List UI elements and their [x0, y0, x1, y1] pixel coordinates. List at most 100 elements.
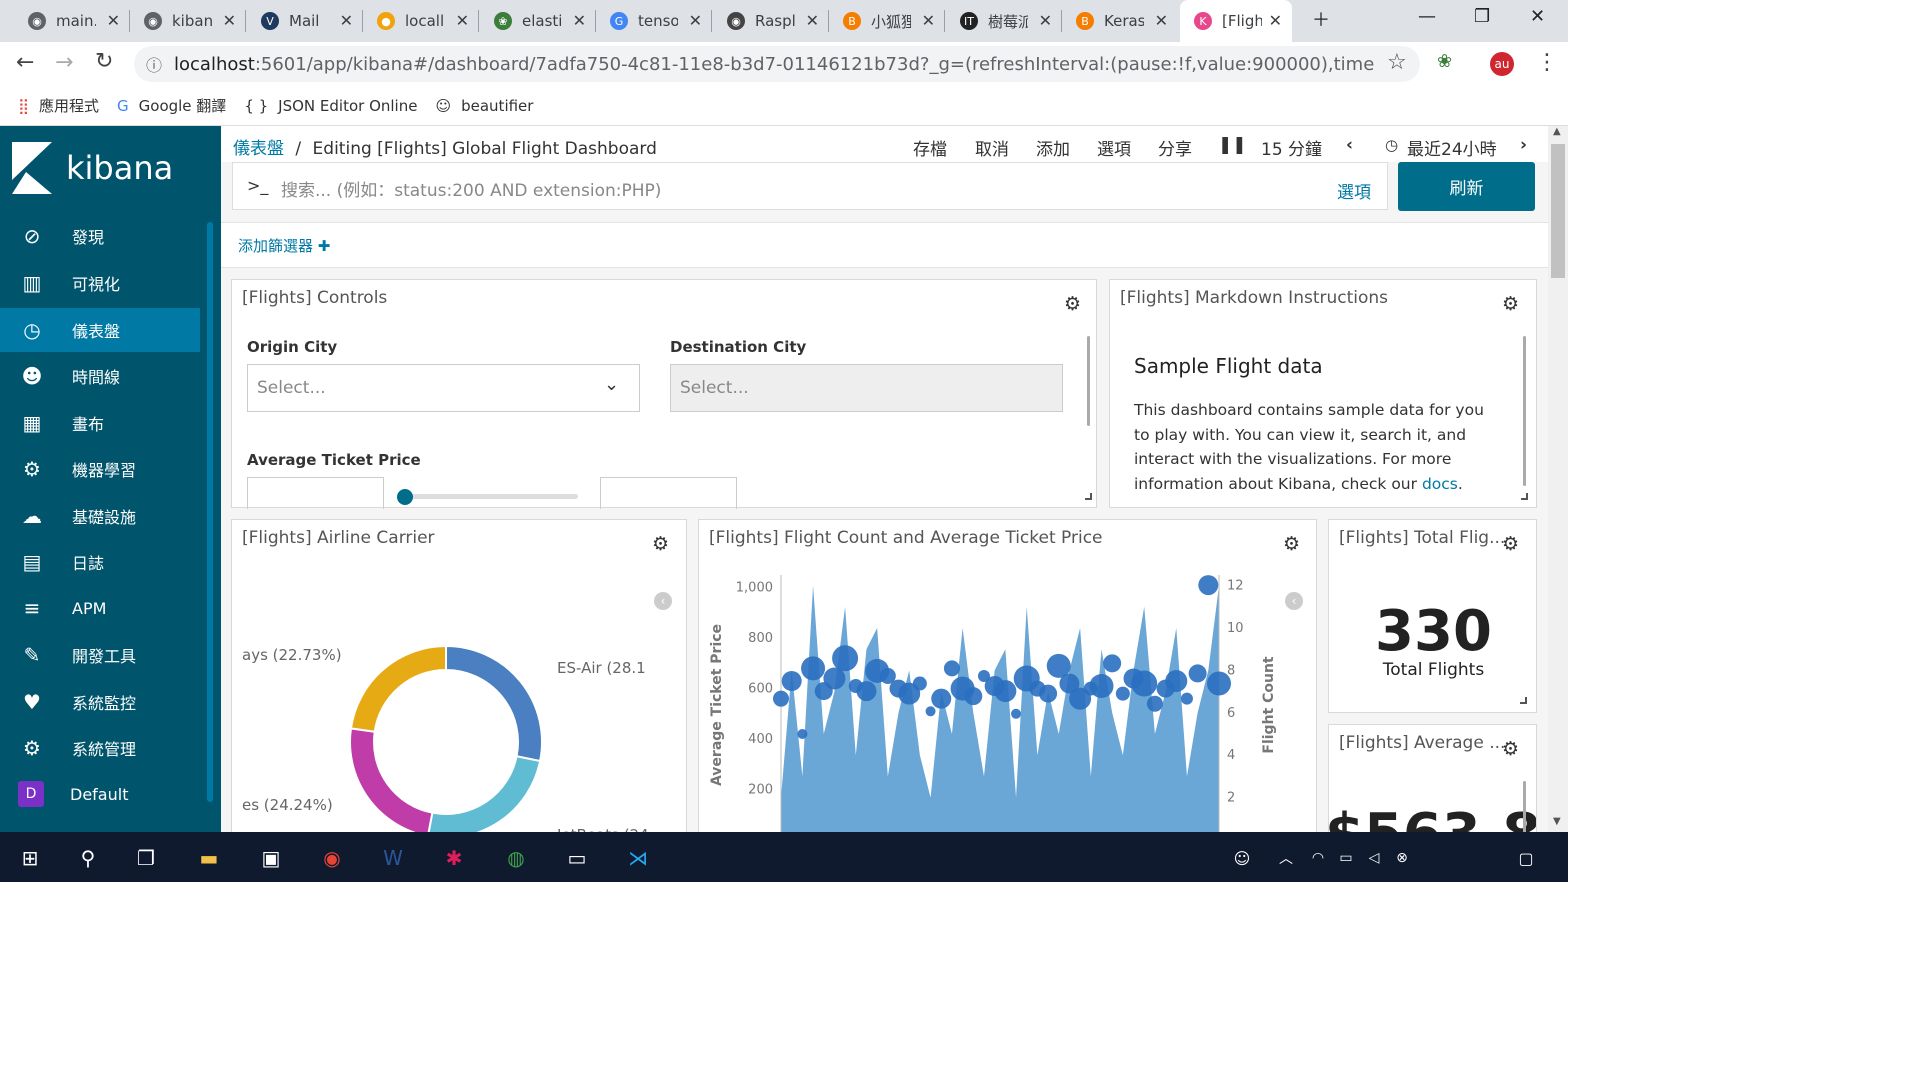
browser-menu-icon[interactable]: ⋮ [1536, 50, 1558, 75]
bookmark-json-editor[interactable]: { } JSON Editor Online [244, 97, 417, 115]
close-icon[interactable]: ✕ [1269, 11, 1282, 30]
browser-tab[interactable]: ◉ main. ✕ [14, 0, 130, 42]
panel-scrollbar[interactable] [1523, 336, 1526, 486]
browser-tab[interactable]: ◉ kiban ✕ [130, 0, 246, 42]
sidebar-item[interactable]: ▤ 日誌 [0, 540, 200, 584]
file-explorer-icon[interactable]: ▬ [193, 842, 225, 874]
sidebar-item[interactable]: ◷ 儀表盤 [0, 308, 200, 352]
search-icon[interactable]: ⚲ [72, 842, 104, 874]
add-button[interactable]: 添加 [1036, 135, 1070, 160]
panel-gear-icon[interactable]: ⚙ [1502, 739, 1522, 759]
price-range-track[interactable] [405, 494, 578, 499]
sidebar-item[interactable]: ✎ 開發工具 [0, 633, 200, 677]
query-options-link[interactable]: 選項 [1337, 178, 1371, 203]
profile-avatar[interactable]: au [1490, 52, 1514, 76]
extension-icon[interactable]: ❀ [1437, 51, 1452, 72]
price-dot[interactable] [1188, 664, 1207, 683]
docs-link[interactable]: docs [1422, 475, 1458, 493]
browser-tab[interactable]: V Mail ✕ [247, 0, 363, 42]
vscode-icon[interactable]: ⋊ [622, 842, 654, 874]
close-icon[interactable]: ✕ [340, 11, 353, 30]
price-dot[interactable] [1115, 686, 1130, 701]
windows-start-icon[interactable]: ⊞ [14, 842, 46, 874]
sidebar-item[interactable]: D Default [0, 772, 200, 816]
browser-tab[interactable]: ❀ elasti ✕ [480, 0, 596, 42]
pie-slice[interactable] [427, 755, 542, 832]
price-dot[interactable] [1089, 674, 1114, 699]
price-dot[interactable] [1180, 692, 1193, 705]
price-dot[interactable] [1207, 671, 1231, 696]
price-dot[interactable] [801, 656, 826, 681]
task-view-icon[interactable]: ❐ [130, 842, 162, 874]
breadcrumb-dashboards[interactable]: 儀表盤 [233, 139, 284, 159]
kibana-logo[interactable]: kibana [12, 142, 173, 194]
app-globe-icon[interactable]: ◍ [500, 842, 532, 874]
price-max-input[interactable] [600, 477, 737, 509]
bookmark-beautifier[interactable]: ☺ beautifier [435, 97, 533, 115]
address-bar[interactable]: ⓘ localhost:5601/app/kibana#/dashboard/7… [134, 46, 1420, 82]
window-close-icon[interactable]: ✕ [1530, 6, 1545, 27]
close-icon[interactable]: ✕ [223, 11, 236, 30]
forward-icon[interactable]: → [55, 50, 73, 75]
resize-handle-icon[interactable] [1520, 697, 1527, 704]
sidebar-item[interactable]: ☁ 基礎設施 [0, 494, 200, 538]
add-filter-link[interactable]: 添加篩選器 ✚ [238, 235, 330, 256]
pause-icon[interactable]: ❚❚ [1218, 135, 1247, 155]
pie-slice[interactable] [349, 727, 434, 832]
close-icon[interactable]: ✕ [456, 11, 469, 30]
search-input[interactable]: 搜索... (例如：status:200 AND extension:PHP) [281, 176, 661, 201]
refresh-interval[interactable]: 15 分鐘 [1261, 135, 1322, 160]
sidebar-item[interactable]: ♥ 系統監控 [0, 680, 200, 724]
close-icon[interactable]: ✕ [573, 11, 586, 30]
price-dot[interactable] [1198, 575, 1219, 596]
close-icon[interactable]: ✕ [922, 11, 935, 30]
origin-city-select[interactable]: Select... ⌄ [247, 364, 640, 412]
query-bar[interactable]: >_ 搜索... (例如：status:200 AND extension:PH… [232, 162, 1388, 210]
sidebar-item[interactable]: ⚙ 機器學習 [0, 447, 200, 491]
refresh-button[interactable]: 刷新 [1398, 162, 1535, 211]
store-icon[interactable]: ▣ [255, 842, 287, 874]
price-dot[interactable] [964, 687, 983, 706]
sidebar-item[interactable]: ⚙ 系統管理 [0, 726, 200, 770]
bookmark-google-translate[interactable]: G Google 翻譯 [117, 95, 226, 116]
tray-chevron-icon[interactable]: ︿ [1270, 842, 1302, 874]
price-min-input[interactable] [247, 477, 384, 509]
back-icon[interactable]: ← [16, 50, 34, 75]
price-range-handle[interactable] [397, 489, 413, 505]
time-back-icon[interactable]: ‹ [1346, 135, 1353, 155]
bookmark-apps[interactable]: ⣿ 應用程式 [18, 95, 99, 116]
sidebar-item[interactable]: ▥ 可視化 [0, 261, 200, 305]
price-dot[interactable] [773, 690, 789, 707]
people-icon[interactable]: ☺ [1226, 842, 1258, 874]
panel-scrollbar[interactable] [1523, 781, 1526, 832]
browser-tab[interactable]: ◉ Raspl ✕ [713, 0, 829, 42]
panel-gear-icon[interactable]: ⚙ [1502, 534, 1522, 554]
info-icon[interactable]: ⓘ [146, 52, 162, 76]
slack-icon[interactable]: ✱ [438, 842, 470, 874]
browser-tab[interactable]: Gtenso ✕ [596, 0, 712, 42]
resize-handle-icon[interactable] [1085, 493, 1092, 500]
pie-slice[interactable] [349, 644, 447, 733]
browser-tab[interactable]: K [Fligh ✕ [1180, 0, 1292, 42]
price-dot[interactable] [781, 671, 802, 691]
price-dot[interactable] [931, 688, 952, 709]
scroll-down-icon[interactable]: ▼ [1553, 816, 1561, 827]
close-icon[interactable]: ✕ [107, 11, 120, 30]
restore-icon[interactable]: ❐ [1474, 6, 1490, 27]
sidebar-scrollbar[interactable] [207, 222, 213, 802]
price-dot[interactable] [912, 676, 927, 691]
reload-icon[interactable]: ↻ [95, 49, 113, 74]
price-dot[interactable] [925, 706, 936, 717]
sidebar-item[interactable]: ☻ 時間線 [0, 354, 200, 398]
browser-tab[interactable]: IT 樹莓派 ✕ [946, 0, 1062, 42]
options-button[interactable]: 選項 [1097, 135, 1131, 160]
price-dot[interactable] [1131, 670, 1158, 697]
chrome-icon[interactable]: ◉ [316, 842, 348, 874]
destination-city-select[interactable]: Select... [670, 364, 1063, 412]
sidebar-item[interactable]: ≡ APM [0, 586, 200, 630]
price-dot[interactable] [943, 660, 960, 677]
browser-tab[interactable]: B 小狐狸 ✕ [829, 0, 945, 42]
status-icon[interactable]: ⊗ [1386, 842, 1418, 874]
scrollbar-thumb[interactable] [1551, 144, 1565, 278]
browser-tab[interactable]: ● locall ✕ [363, 0, 479, 42]
